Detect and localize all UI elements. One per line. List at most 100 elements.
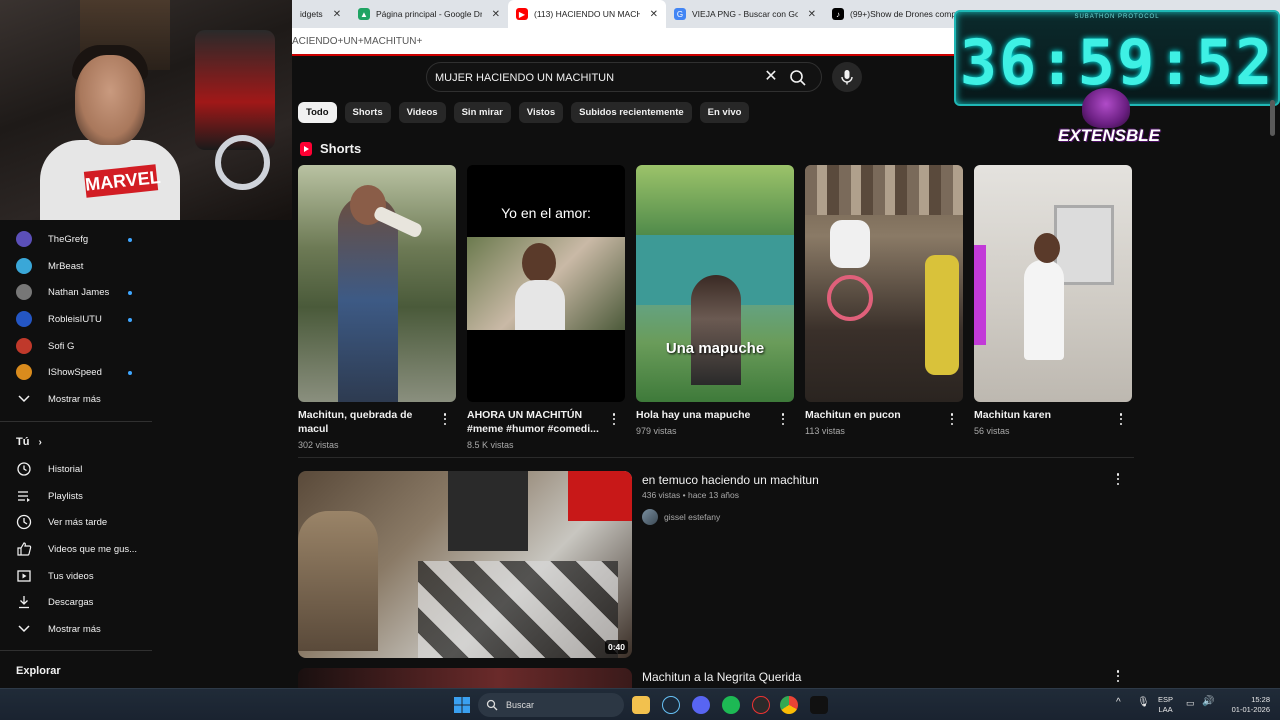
subscription-item[interactable]: TheGrefg (16, 229, 88, 249)
page-scrollbar[interactable] (1270, 100, 1275, 136)
short-title[interactable]: Machitun en pucon (805, 408, 937, 422)
browser-tab[interactable]: idgets ✕ (292, 0, 350, 28)
video-title[interactable]: en temuco haciendo un machitun (642, 473, 819, 487)
sidebar-item-playlists[interactable]: Playlists (16, 486, 83, 506)
spotify-icon[interactable] (722, 696, 740, 714)
clock[interactable]: 15:28 01-01-2026 (1224, 695, 1270, 715)
close-tab-icon[interactable]: ✕ (650, 9, 658, 20)
windows-start-icon[interactable] (454, 697, 470, 713)
language-layout: LAA (1158, 705, 1173, 714)
short-card[interactable]: Machitun, quebrada de macul 302 vistas (298, 165, 456, 450)
sidebar-item-label: Playlists (48, 490, 83, 502)
new-content-dot (128, 371, 132, 375)
sidebar-item-liked-videos[interactable]: Videos que me gus... (16, 539, 137, 559)
subscription-item[interactable]: Nathan James (16, 282, 109, 302)
chip-en-vivo[interactable]: En vivo (699, 102, 750, 123)
close-tab-icon[interactable]: ✕ (492, 9, 500, 20)
subscription-item[interactable]: Sofi G (16, 336, 74, 356)
sidebar-item-your-videos[interactable]: Tus videos (16, 566, 94, 586)
sidebar-item-downloads[interactable]: Descargas (16, 592, 93, 612)
close-tab-icon[interactable]: ✕ (333, 9, 341, 20)
close-tab-icon[interactable]: ✕ (808, 9, 816, 20)
microphone-icon[interactable]: 🎙 (1137, 698, 1150, 708)
short-views: 979 vistas (636, 426, 677, 436)
chip-shorts[interactable]: Shorts (344, 102, 391, 123)
short-card[interactable]: Una mapuche Hola hay una mapuche 979 vis… (636, 165, 794, 436)
sidebar-item-history[interactable]: Historial (16, 459, 82, 479)
browser-tab[interactable]: G VIEJA PNG - Buscar con Google ✕ (666, 0, 824, 28)
sidebar-divider (0, 650, 152, 651)
browser-tab[interactable]: ▲ Página principal - Google Drive ✕ (350, 0, 508, 28)
short-menu-button[interactable] (1114, 411, 1128, 427)
video-menu-button[interactable] (1112, 668, 1124, 684)
short-menu-button[interactable] (776, 411, 790, 427)
shorts-section-heading: Shorts (300, 141, 361, 156)
short-views: 302 vistas (298, 440, 339, 450)
video-thumbnail[interactable] (298, 668, 632, 688)
search-button[interactable] (787, 67, 809, 89)
browser-tab[interactable]: ♪ (99+)Show de Drones complet (824, 0, 964, 28)
short-thumbnail[interactable] (974, 165, 1132, 402)
short-menu-button[interactable] (607, 411, 621, 427)
video-duration: 0:40 (604, 640, 628, 654)
video-channel[interactable]: gissel estefany (642, 509, 720, 525)
short-thumbnail[interactable]: Una mapuche (636, 165, 794, 402)
language-indicator[interactable]: ESP LAA (1158, 695, 1173, 715)
network-icon[interactable]: ▭ (1186, 698, 1195, 708)
short-overlay-text: Una mapuche (665, 340, 765, 357)
subscription-item[interactable]: MrBeast (16, 256, 83, 276)
short-card[interactable]: Machitun en pucon 113 vistas (805, 165, 963, 436)
short-card[interactable]: Machitun karen 56 vistas (974, 165, 1132, 436)
steam-icon[interactable] (662, 696, 680, 714)
microphone-icon (841, 70, 853, 85)
short-menu-button[interactable] (438, 411, 452, 427)
you-section-heading[interactable]: Tú › (16, 436, 42, 448)
chrome-icon[interactable] (780, 696, 798, 714)
chip-vistos[interactable]: Vistos (518, 102, 564, 123)
video-menu-button[interactable] (1112, 471, 1124, 487)
channel-name[interactable]: gissel estefany (664, 512, 720, 522)
chip-videos[interactable]: Videos (398, 102, 446, 123)
taskbar-search[interactable]: Buscar (478, 693, 624, 717)
google-drive-icon: ▲ (358, 8, 370, 20)
short-thumbnail[interactable]: Yo en el amor: (467, 165, 625, 402)
subscription-name: MrBeast (48, 260, 84, 272)
video-thumbnail[interactable]: 0:40 (298, 471, 632, 658)
discord-icon[interactable] (692, 696, 710, 714)
short-title[interactable]: AHORA UN MACHITÚN #meme #humor #comedi..… (467, 408, 599, 436)
voice-search-button[interactable] (832, 62, 862, 92)
subscription-item[interactable]: RobleisIUTU (16, 309, 102, 329)
sidebar-item-show-more[interactable]: Mostrar más (16, 619, 101, 639)
short-thumbnail[interactable] (805, 165, 963, 402)
short-overlay-text: Yo en el amor: (501, 205, 591, 221)
new-content-dot (128, 318, 132, 322)
short-title[interactable]: Machitun, quebrada de macul (298, 408, 430, 436)
search-input[interactable] (435, 68, 755, 88)
logo-text: EXTENSBLE (1058, 126, 1161, 145)
channel-avatar[interactable] (642, 509, 658, 525)
more-vert-icon (781, 413, 785, 425)
volume-icon[interactable]: 🔊 (1202, 697, 1214, 707)
short-title[interactable]: Machitun karen (974, 408, 1106, 422)
subscription-name: RobleisIUTU (48, 313, 102, 325)
chip-todo[interactable]: Todo (298, 102, 337, 123)
video-title[interactable]: Machitun a la Negrita Querida (642, 670, 801, 684)
file-explorer-icon[interactable] (632, 696, 650, 714)
short-thumbnail[interactable] (298, 165, 456, 402)
windows-taskbar: Buscar ^ 🎙 ESP LAA ▭ 🔊 15:28 01-01-2026 (0, 688, 1280, 720)
browser-tab-active[interactable]: ▶ (113) HACIENDO UN MACHITU ✕ (508, 0, 666, 28)
chip-subidos-recientemente[interactable]: Subidos recientemente (571, 102, 692, 123)
subscription-item[interactable]: IShowSpeed (16, 362, 102, 382)
clear-search-icon[interactable]: ✕ (763, 69, 779, 85)
show-more-subscriptions[interactable]: Mostrar más (16, 389, 101, 409)
short-title[interactable]: Hola hay una mapuche (636, 408, 768, 422)
chip-sin-mirar[interactable]: Sin mirar (453, 102, 511, 123)
chevron-up-icon[interactable]: ^ (1116, 698, 1121, 708)
youtube-icon: ▶ (516, 8, 528, 20)
sidebar-item-label: Tus videos (48, 570, 94, 582)
obs-icon[interactable] (752, 696, 770, 714)
capcut-icon[interactable] (810, 696, 828, 714)
sidebar-item-watch-later[interactable]: Ver más tarde (16, 512, 107, 532)
short-menu-button[interactable] (945, 411, 959, 427)
short-card[interactable]: Yo en el amor: AHORA UN MACHITÚN #meme #… (467, 165, 625, 450)
